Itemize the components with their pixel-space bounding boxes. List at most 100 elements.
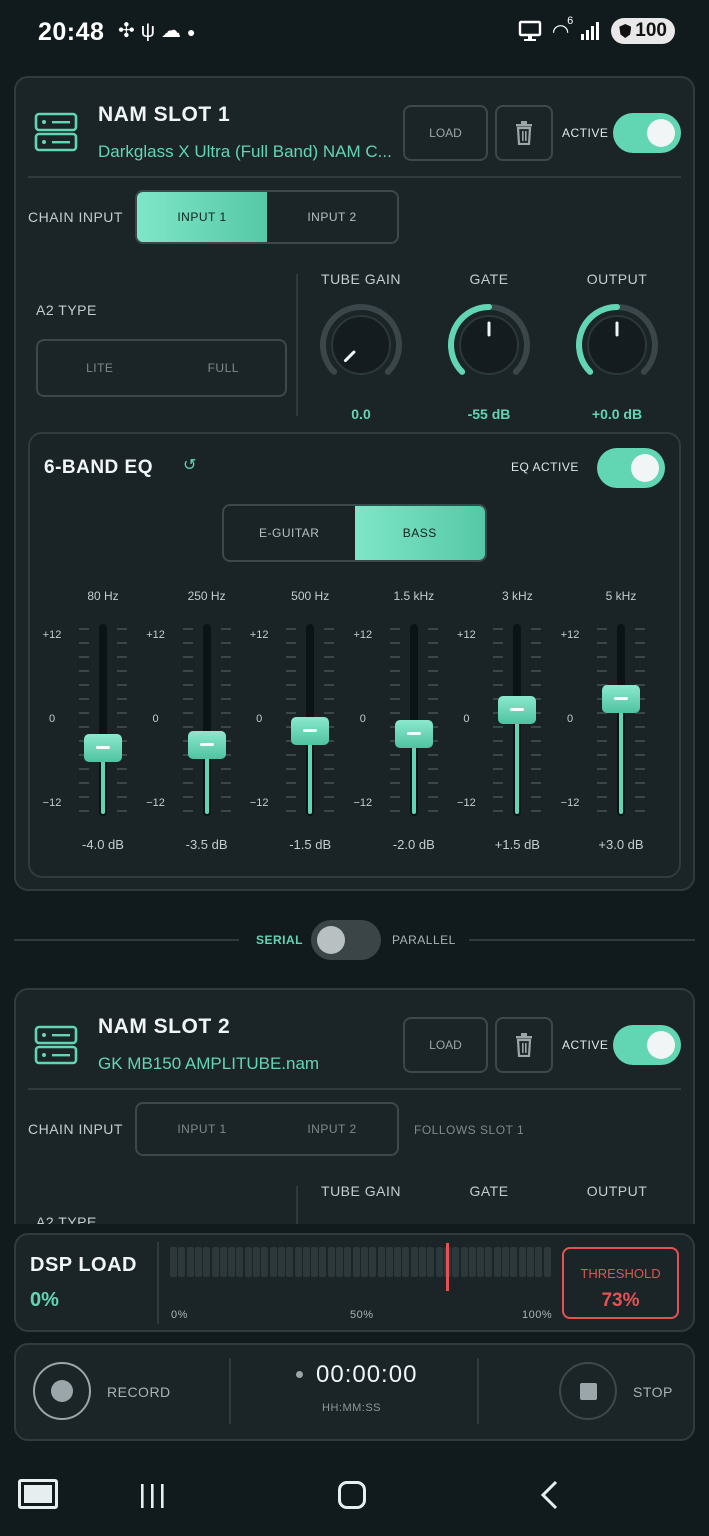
routing-toggle[interactable] <box>311 920 381 960</box>
eq-scale-tick <box>324 628 335 630</box>
eq-scale-tick <box>531 726 542 728</box>
eq-scale-tick <box>286 754 297 756</box>
rack-icon <box>34 112 78 152</box>
serial-label[interactable]: SERIAL <box>256 933 303 947</box>
eq-scale-tick <box>324 796 335 798</box>
eq-scale-tick <box>220 684 231 686</box>
eq-scale-tick <box>117 670 127 672</box>
eq-scale-tick <box>182 712 193 714</box>
eq-mode-e-guitar[interactable]: E-GUITAR <box>224 506 355 560</box>
record-label[interactable]: RECORD <box>107 1384 171 1400</box>
recent-apps-icon[interactable] <box>138 1482 168 1510</box>
slot-2-input-1-option[interactable]: INPUT 1 <box>137 1104 267 1154</box>
eq-scale-tick <box>635 782 645 784</box>
stop-button[interactable] <box>559 1362 617 1420</box>
meter-segment <box>186 1247 194 1277</box>
slot-1-model-name[interactable]: Darkglass X Ultra (Full Band) NAM C... <box>98 142 398 162</box>
eq-slider-handle[interactable] <box>498 695 537 724</box>
eq-band-value: -3.5 dB <box>185 837 228 852</box>
trash-icon <box>516 1033 532 1057</box>
toggle-knob <box>647 1031 675 1059</box>
eq-slider-fill <box>619 699 623 814</box>
eq-scale-tick <box>324 810 335 812</box>
meter-segment <box>460 1247 468 1277</box>
eq-slider-handle[interactable] <box>291 716 330 745</box>
meter-segment <box>170 1247 177 1277</box>
meter-segment <box>236 1247 244 1277</box>
eq-scale-tick <box>427 698 438 700</box>
eq-band-value: -2.0 dB <box>392 837 435 852</box>
eq-scale-tick <box>79 684 89 686</box>
eq-scale-tick <box>182 768 193 770</box>
rotary-knob[interactable] <box>444 300 534 390</box>
screen-mirror-icon[interactable] <box>18 1479 58 1509</box>
slot-1-input-1-option[interactable]: INPUT 1 <box>137 192 267 242</box>
slot-2-active-toggle[interactable] <box>613 1025 681 1065</box>
eq-mode-bass[interactable]: BASS <box>354 506 485 560</box>
eq-slider-track[interactable] <box>202 624 211 816</box>
system-nav-bar <box>0 1452 709 1536</box>
eq-scale-tick <box>389 810 400 812</box>
eq-scale-label: 0 <box>359 713 366 725</box>
eq-scale-tick <box>79 712 89 714</box>
slot-1-load-button[interactable]: LOAD <box>403 105 488 161</box>
trash-icon <box>516 121 532 145</box>
knob-dial <box>576 304 658 375</box>
eq-scale-tick <box>117 810 127 812</box>
eq-scale-tick <box>493 670 504 672</box>
eq-scale-tick <box>427 670 438 672</box>
eq-scale-tick <box>635 726 645 728</box>
eq-slider-track[interactable] <box>617 624 625 816</box>
slot-1-delete-button[interactable] <box>495 105 553 161</box>
eq-reset-icon[interactable]: ↺ <box>183 455 196 475</box>
record-button[interactable] <box>33 1362 91 1420</box>
eq-slider-handle[interactable] <box>394 720 433 748</box>
eq-slider-track[interactable] <box>99 624 107 816</box>
stop-label[interactable]: STOP <box>633 1384 673 1400</box>
eq-slider-handle[interactable] <box>84 734 122 762</box>
meter-segment <box>369 1247 377 1277</box>
slot-2-model-name[interactable]: GK MB150 AMPLITUBE.nam <box>98 1054 398 1074</box>
eq-scale-tick <box>531 768 542 770</box>
cloud-icon: ☁ <box>161 20 188 42</box>
back-icon[interactable] <box>538 1480 562 1510</box>
a2-full-option[interactable]: FULL <box>162 341 286 395</box>
eq-scale-tick <box>427 628 438 630</box>
meter-segment <box>261 1247 269 1277</box>
parallel-label[interactable]: PARALLEL <box>392 933 456 947</box>
record-dot-icon <box>51 1380 73 1402</box>
knob-label: OUTPUT <box>586 271 648 287</box>
eq-scale-tick <box>79 782 89 784</box>
toggle-knob <box>317 926 345 954</box>
divider <box>28 176 681 178</box>
slot-1-active-toggle[interactable] <box>613 113 681 153</box>
eq-slider-handle[interactable] <box>187 730 226 759</box>
threshold-box[interactable]: THRESHOLD 73% <box>562 1247 679 1319</box>
routing-line-right <box>469 939 695 941</box>
eq-scale-tick <box>635 754 645 756</box>
slot-1-input-2-option[interactable]: INPUT 2 <box>267 192 397 242</box>
slot-2-load-button[interactable]: LOAD <box>403 1017 488 1073</box>
a2-lite-option[interactable]: LITE <box>38 341 162 395</box>
eq-scale-label: −12 <box>42 797 62 809</box>
eq-scale-tick <box>286 628 297 630</box>
eq-scale-label: +12 <box>249 629 269 641</box>
eq-scale-tick <box>493 726 504 728</box>
eq-active-toggle[interactable] <box>597 448 665 488</box>
slot-2-input-2-option[interactable]: INPUT 2 <box>267 1104 397 1154</box>
eq-scale-tick <box>427 768 438 770</box>
home-icon[interactable] <box>338 1481 366 1509</box>
eq-scale-tick <box>493 642 504 644</box>
slot-2-delete-button[interactable] <box>495 1017 553 1073</box>
meter-tick-100: 100% <box>522 1309 553 1321</box>
meter-segment <box>502 1247 509 1277</box>
eq-scale-tick <box>79 698 89 700</box>
rotary-knob[interactable] <box>572 300 662 390</box>
eq-scale-tick <box>389 628 400 630</box>
eq-scale-label: 0 <box>256 713 263 725</box>
eq-scale-tick <box>220 656 231 658</box>
rotary-knob[interactable] <box>316 300 406 390</box>
eq-scale-tick <box>597 670 607 672</box>
eq-slider-handle[interactable] <box>602 685 640 713</box>
battery-level: 100 <box>635 20 667 41</box>
